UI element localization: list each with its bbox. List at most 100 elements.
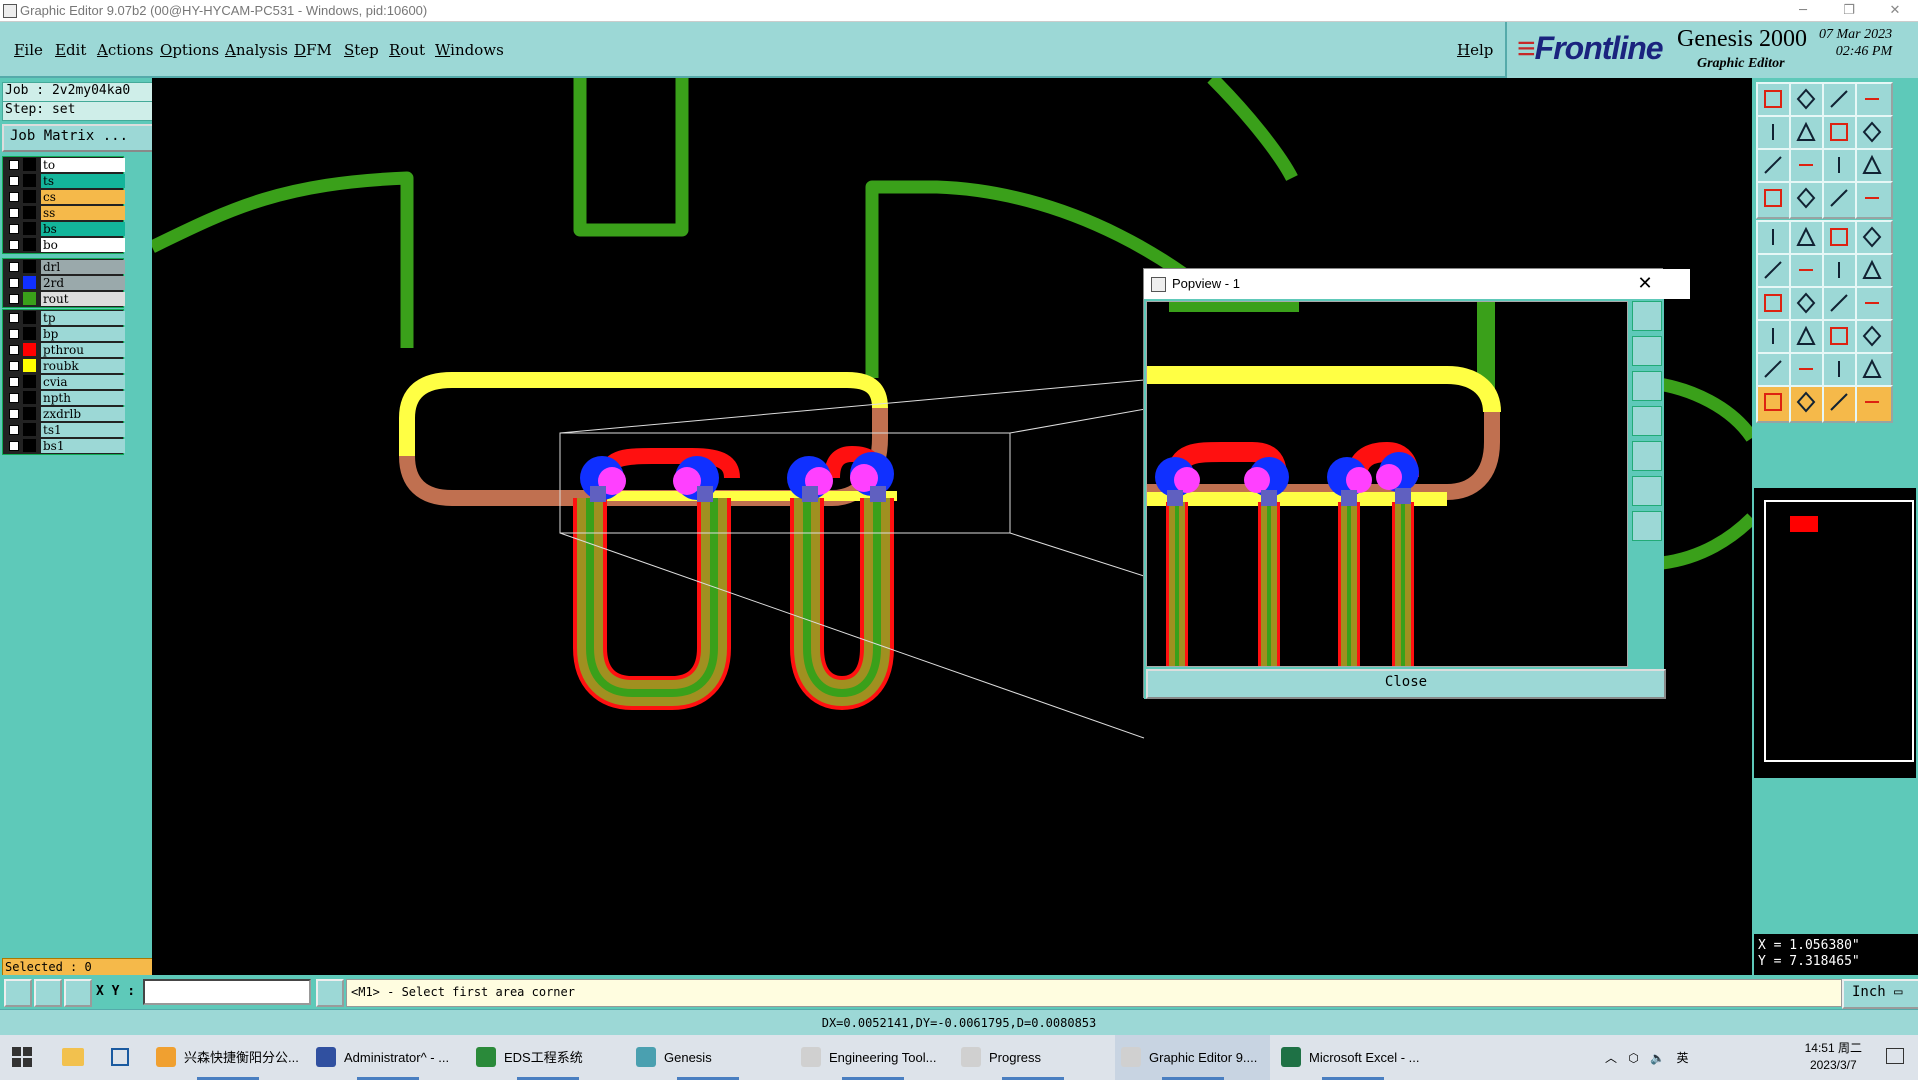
layer-color-swatch[interactable] [23, 174, 36, 187]
layer-color-swatch[interactable] [23, 311, 36, 324]
layer-color-swatch[interactable] [23, 327, 36, 340]
layer-row-ss[interactable]: ss [3, 205, 125, 221]
layer-name[interactable]: drl [41, 260, 125, 274]
layer-color-swatch[interactable] [23, 391, 36, 404]
menu-options[interactable]: Options [160, 41, 219, 59]
layer-checkbox[interactable] [9, 294, 19, 304]
layer-row-roubk[interactable]: roubk [3, 358, 125, 374]
popview-pan-up-icon[interactable] [1632, 336, 1662, 366]
system-tray[interactable]: ︿ ⬡ 🔈 英 [1605, 1049, 1689, 1066]
menu-edit[interactable]: Edit [55, 41, 86, 59]
minimize-button[interactable]: ─ [1780, 0, 1826, 22]
layer-name[interactable]: ts1 [41, 423, 125, 437]
job-matrix-button[interactable]: Job Matrix ... [2, 124, 160, 152]
layer-color-swatch[interactable] [23, 238, 36, 251]
layer-color-swatch[interactable] [23, 343, 36, 356]
layer-name[interactable]: cs [41, 190, 125, 204]
units-selector[interactable]: Inch ▭ [1842, 979, 1918, 1009]
layer-row-2rd[interactable]: 2rd [3, 275, 125, 291]
menu-step[interactable]: Step [344, 41, 379, 59]
measure-icon[interactable] [34, 979, 62, 1007]
taskbar-app-3[interactable]: EDS工程系统 [470, 1035, 625, 1080]
volume-icon[interactable]: 🔈 [1650, 1051, 1665, 1065]
layer-color-swatch[interactable] [23, 375, 36, 388]
layer-color-swatch[interactable] [23, 260, 36, 273]
snap-icon[interactable] [4, 979, 32, 1007]
layer-checkbox[interactable] [9, 425, 19, 435]
ime-label[interactable]: 英 [1676, 1051, 1688, 1065]
layer-checkbox[interactable] [9, 329, 19, 339]
layer-checkbox[interactable] [9, 409, 19, 419]
xy-input[interactable] [143, 979, 311, 1005]
network-icon[interactable]: ⬡ [1628, 1051, 1638, 1065]
layer-name[interactable]: npth [41, 391, 125, 405]
layer-color-swatch[interactable] [23, 276, 36, 289]
layer-row-tp[interactable]: tp [3, 310, 125, 326]
layer-row-zxdrlb[interactable]: zxdrlb [3, 406, 125, 422]
layer-row-npth[interactable]: npth [3, 390, 125, 406]
layer-checkbox[interactable] [9, 278, 19, 288]
layer-row-cs[interactable]: cs [3, 189, 125, 205]
layer-name[interactable]: rout [41, 292, 125, 306]
layer-row-ts1[interactable]: ts1 [3, 422, 125, 438]
layer-name[interactable]: 2rd [41, 276, 125, 290]
layer-name[interactable]: ss [41, 206, 125, 220]
layer-color-swatch[interactable] [23, 222, 36, 235]
layer-checkbox[interactable] [9, 192, 19, 202]
layer-name[interactable]: bs [41, 222, 125, 236]
layer-row-bs[interactable]: bs [3, 221, 125, 237]
tool-snap-icon[interactable] [1855, 181, 1893, 219]
menu-help[interactable]: Help [1457, 41, 1493, 59]
layer-row-ts[interactable]: ts [3, 173, 125, 189]
popview-pan-down-icon[interactable] [1632, 371, 1662, 401]
taskbar-app-8[interactable]: Microsoft Excel - ... [1275, 1035, 1430, 1080]
layer-name[interactable]: tp [41, 311, 125, 325]
task-view-button[interactable] [98, 1035, 142, 1080]
taskbar-app-7[interactable]: Graphic Editor 9.... [1115, 1035, 1270, 1080]
layer-checkbox[interactable] [9, 441, 19, 451]
menu-windows[interactable]: Windows [435, 41, 504, 59]
layer-checkbox[interactable] [9, 361, 19, 371]
layer-checkbox[interactable] [9, 224, 19, 234]
layer-checkbox[interactable] [9, 160, 19, 170]
layer-color-swatch[interactable] [23, 206, 36, 219]
layer-name[interactable]: bp [41, 327, 125, 341]
popview-close-button[interactable]: Close [1146, 669, 1666, 699]
layer-row-cvia[interactable]: cvia [3, 374, 125, 390]
layer-checkbox[interactable] [9, 313, 19, 323]
taskbar-app-5[interactable]: Engineering Tool... [795, 1035, 950, 1080]
popview-zoom-out-icon[interactable] [1632, 476, 1662, 506]
layer-checkbox[interactable] [9, 345, 19, 355]
layer-row-to[interactable]: to [3, 157, 125, 173]
notification-icon[interactable] [1886, 1048, 1904, 1064]
layer-name[interactable]: roubk [41, 359, 125, 373]
layer-color-swatch[interactable] [23, 423, 36, 436]
layer-name[interactable]: cvia [41, 375, 125, 389]
layer-color-swatch[interactable] [23, 190, 36, 203]
popview-window[interactable]: Popview - 1 ✕ Close [1143, 268, 1690, 699]
start-button[interactable] [0, 1035, 44, 1080]
grid-icon[interactable] [64, 979, 92, 1007]
tray-chevron-icon[interactable]: ︿ [1605, 1051, 1617, 1065]
popview-close-icon[interactable]: ✕ [1634, 273, 1656, 295]
board-overview[interactable] [1754, 488, 1916, 778]
layer-row-bo[interactable]: bo [3, 237, 125, 253]
layer-name[interactable]: ts [41, 174, 125, 188]
layer-color-swatch[interactable] [23, 292, 36, 305]
file-explorer-button[interactable] [50, 1035, 94, 1080]
layer-row-rout[interactable]: rout [3, 291, 125, 307]
layer-color-swatch[interactable] [23, 359, 36, 372]
taskbar-app-6[interactable]: Progress [955, 1035, 1110, 1080]
popview-pan-left-icon[interactable] [1632, 406, 1662, 436]
layer-name[interactable]: pthrou [41, 343, 125, 357]
layer-checkbox[interactable] [9, 377, 19, 387]
layer-name[interactable]: bo [41, 238, 125, 252]
layer-row-bp[interactable]: bp [3, 326, 125, 342]
clock[interactable]: 14:51 周二 2023/3/7 [1805, 1040, 1862, 1074]
menu-dfm[interactable]: DFM [294, 41, 332, 59]
restore-button[interactable]: ❐ [1826, 0, 1872, 22]
menu-analysis[interactable]: Analysis [225, 41, 288, 59]
layer-checkbox[interactable] [9, 176, 19, 186]
taskbar-app-4[interactable]: Genesis [630, 1035, 785, 1080]
menu-rout[interactable]: Rout [389, 41, 425, 59]
